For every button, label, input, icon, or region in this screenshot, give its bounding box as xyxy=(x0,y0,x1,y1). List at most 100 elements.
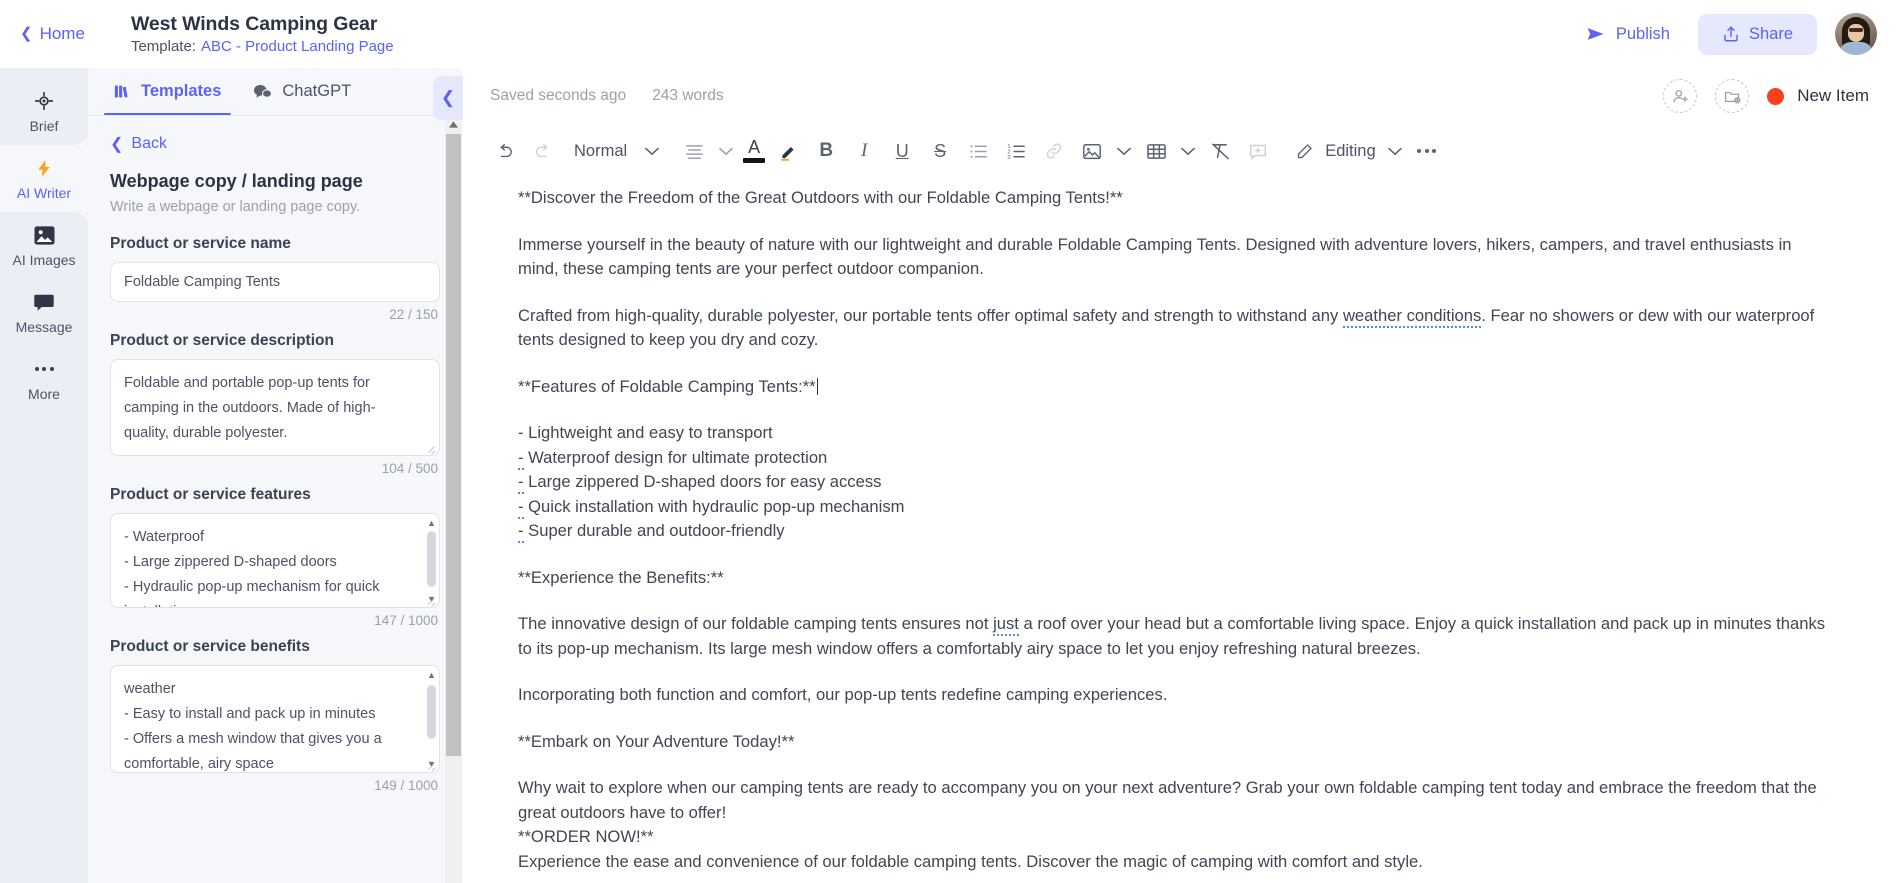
panel-scrollbar-thumb[interactable] xyxy=(446,134,461,756)
doc-paragraph[interactable]: Why wait to explore when our camping ten… xyxy=(518,776,1826,825)
doc-paragraph[interactable]: **Experience the Benefits:** xyxy=(518,566,1826,591)
strikethrough-button[interactable]: S xyxy=(921,132,959,170)
editing-mode-caret[interactable] xyxy=(1382,132,1408,170)
avatar-glasses xyxy=(1849,28,1863,32)
doc-paragraph[interactable]: Crafted from high-quality, durable polye… xyxy=(518,304,1826,353)
doc-list-item[interactable]: - Waterproof design for ultimate protect… xyxy=(518,446,1826,471)
tab-chatgpt[interactable]: ChatGPT xyxy=(239,68,365,115)
doc-paragraph-with-caret[interactable]: **Features of Foldable Camping Tents:** xyxy=(518,375,1826,400)
editing-mode-label: Editing xyxy=(1325,141,1376,160)
align-caret[interactable] xyxy=(713,132,739,170)
sidebar-item-ai-images[interactable]: AI Images xyxy=(0,212,88,279)
undo-button[interactable] xyxy=(486,132,524,170)
back-label: Back xyxy=(131,135,167,152)
doc-paragraph[interactable]: **ORDER NOW!** xyxy=(518,825,1826,850)
doc-paragraph[interactable]: **Discover the Freedom of the Great Outd… xyxy=(518,186,1826,211)
doc-paragraph[interactable]: The innovative design of our foldable ca… xyxy=(518,612,1826,661)
redo-button[interactable] xyxy=(524,132,562,170)
doc-paragraph[interactable]: Incorporating both function and comfort,… xyxy=(518,683,1826,708)
doc-paragraph[interactable]: Immerse yourself in the beauty of nature… xyxy=(518,233,1826,282)
add-comment-button[interactable] xyxy=(1239,132,1277,170)
input-product-description[interactable] xyxy=(110,359,440,456)
list-item-text: Waterproof design for ultimate protectio… xyxy=(523,447,828,467)
doc-list-item[interactable]: - Super durable and outdoor-friendly xyxy=(518,519,1826,544)
ellipsis-icon xyxy=(1417,149,1437,153)
resize-handle-features[interactable] xyxy=(426,594,437,605)
insert-image-button[interactable] xyxy=(1073,132,1111,170)
highlight-button[interactable] xyxy=(769,132,807,170)
input-product-name[interactable] xyxy=(110,262,440,302)
doc-paragraph[interactable]: **Embark on Your Adventure Today!** xyxy=(518,730,1826,755)
doc-list-item[interactable]: - Large zippered D-shaped doors for easy… xyxy=(518,470,1826,495)
insert-table-caret[interactable] xyxy=(1175,132,1201,170)
input-product-benefits[interactable] xyxy=(110,665,440,773)
bullet-list-button[interactable] xyxy=(959,132,997,170)
text-style-caret[interactable] xyxy=(639,132,665,170)
document-body[interactable]: **Discover the Freedom of the Great Outd… xyxy=(462,186,1882,883)
sidebar-label-ai-writer: AI Writer xyxy=(16,185,72,201)
sidebar-item-more[interactable]: More xyxy=(0,346,88,413)
scrollbar-features[interactable] xyxy=(427,531,436,587)
insert-image-caret[interactable] xyxy=(1111,132,1137,170)
text-color-button[interactable]: A xyxy=(739,132,769,170)
sidebar-item-ai-writer[interactable]: AI Writer xyxy=(0,131,88,226)
add-collaborator-button[interactable] xyxy=(1663,79,1698,113)
text-style-label: Normal xyxy=(574,141,628,160)
scrollbar-benefits[interactable] xyxy=(427,685,436,739)
panel-scrollbar-track[interactable] xyxy=(445,116,462,883)
scroll-up-arrow-features[interactable]: ▲ xyxy=(425,516,438,529)
paragraph-text-pre: The innovative design of our foldable ca… xyxy=(518,614,994,633)
templates-icon xyxy=(114,85,128,98)
new-item-button[interactable]: New Item xyxy=(1767,86,1869,106)
lightning-icon xyxy=(34,156,54,180)
tab-templates[interactable]: Templates xyxy=(100,68,235,115)
resize-handle-benefits[interactable] xyxy=(426,759,437,770)
doc-paragraph[interactable]: Experience the ease and convenience of o… xyxy=(518,850,1826,875)
publish-button[interactable]: Publish xyxy=(1576,16,1680,52)
editor-status-bar: Saved seconds ago 243 words New Item xyxy=(462,68,1899,124)
send-icon xyxy=(1587,28,1604,40)
doc-list-item[interactable]: - Quick installation with hydraulic pop-… xyxy=(518,495,1826,520)
chevron-down-icon xyxy=(1117,147,1131,155)
editor-status-actions: New Item xyxy=(1663,79,1869,113)
clear-formatting-button[interactable] xyxy=(1201,132,1239,170)
more-options-button[interactable] xyxy=(1408,132,1446,170)
underline-button[interactable]: U xyxy=(883,132,921,170)
spellcheck-suggestion[interactable]: weather conditions xyxy=(1342,305,1482,328)
left-nav-rail: Brief AI Writer AI Images Message More xyxy=(0,68,88,883)
align-button[interactable] xyxy=(675,132,713,170)
italic-button[interactable]: I xyxy=(845,132,883,170)
template-link[interactable]: ABC - Product Landing Page xyxy=(201,38,394,55)
align-icon xyxy=(685,144,703,159)
back-button[interactable]: ❮ Back xyxy=(110,134,440,154)
editing-mode-button[interactable]: Editing xyxy=(1287,142,1381,161)
home-back-link[interactable]: ❮ Home xyxy=(18,20,93,48)
sidebar-item-message[interactable]: Message xyxy=(0,279,88,346)
input-product-features[interactable] xyxy=(110,513,440,608)
document-scroll-area[interactable]: **Discover the Freedom of the Great Outd… xyxy=(462,178,1899,883)
template-prefix-label: Template: xyxy=(130,38,196,55)
collapse-panel-button[interactable]: ❮ xyxy=(433,76,463,120)
add-to-folder-button[interactable] xyxy=(1715,79,1750,113)
highlight-icon xyxy=(781,146,794,161)
spellcheck-suggestion[interactable]: just xyxy=(993,614,1019,636)
doc-list-item[interactable]: - Lightweight and easy to transport xyxy=(518,421,1826,446)
redo-icon xyxy=(536,143,548,158)
bold-button[interactable]: B xyxy=(807,132,845,170)
scroll-up-arrow-benefits[interactable]: ▲ xyxy=(425,668,438,681)
wrap-product-description xyxy=(110,359,440,456)
user-avatar[interactable] xyxy=(1835,13,1877,55)
numbered-list-button[interactable]: 1 2 3 xyxy=(997,132,1035,170)
resize-handle-description[interactable] xyxy=(426,442,437,453)
table-icon xyxy=(1146,143,1166,159)
chat-bubble-icon xyxy=(33,290,55,314)
template-subtitle: Write a webpage or landing page copy. xyxy=(110,199,361,215)
sidebar-label-ai-images: AI Images xyxy=(12,252,76,268)
link-icon xyxy=(1046,143,1062,159)
link-button[interactable] xyxy=(1035,132,1073,170)
text-style-selector[interactable]: Normal xyxy=(562,132,639,170)
chevron-down-icon xyxy=(1387,147,1402,155)
insert-table-button[interactable] xyxy=(1137,132,1175,170)
share-button[interactable]: Share xyxy=(1697,13,1817,55)
new-item-label: New Item xyxy=(1797,86,1869,105)
